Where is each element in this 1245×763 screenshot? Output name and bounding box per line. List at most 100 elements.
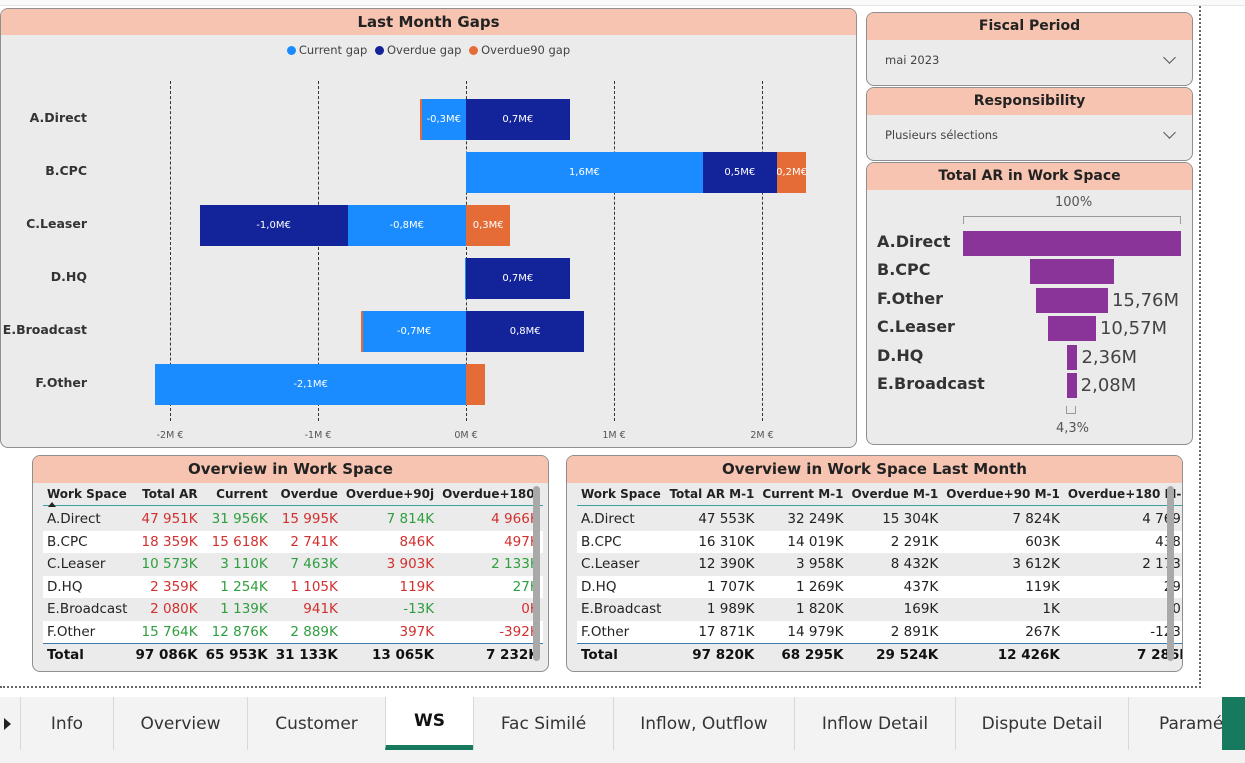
gaps-chart-panel[interactable]: Last Month Gaps Current gap Overdue gap …: [0, 8, 857, 448]
bar-segment[interactable]: 0,5M€: [702, 151, 777, 193]
bar-segment[interactable]: 0,2M€: [776, 151, 807, 193]
bar-segment[interactable]: -1,0M€: [199, 204, 348, 246]
table-total-row: Total 97 086K 65 953K 31 133K 13 065K 7 232K: [43, 642, 543, 666]
top-strip: [0, 0, 1245, 6]
table-cell: 2 291K: [847, 530, 943, 553]
table-row[interactable]: A.Direct 47 553K 32 249K 15 304K 7 824K 4 769…: [577, 508, 1182, 531]
x-tick-label: -1M €: [304, 430, 332, 441]
tab-inflow-outflow[interactable]: Inflow, Outflow: [613, 697, 794, 750]
column-header[interactable]: Total AR M-1: [665, 483, 758, 505]
column-header[interactable]: Current: [202, 483, 272, 505]
bar-segment[interactable]: [360, 310, 363, 352]
table-row[interactable]: B.CPC 18 359K 15 618K 2 741K 846K 497K: [43, 530, 543, 553]
category-label: B.CPC: [45, 163, 87, 178]
table-total-row: Total97 820K68 295K29 524K12 426K7 286K: [577, 642, 1182, 666]
table-cell: B.CPC: [577, 530, 666, 553]
funnel-bar[interactable]: [1030, 259, 1114, 285]
table-row[interactable]: D.HQ1 707K1 269K437K119K29K: [577, 575, 1182, 598]
column-header[interactable]: Overdue: [272, 483, 342, 505]
column-header[interactable]: Overdue M-1: [847, 483, 942, 505]
bar-segment[interactable]: -0,3M€: [421, 98, 466, 140]
bar-segment[interactable]: 0,7M€: [466, 98, 570, 140]
total-cell: 7 232K: [438, 642, 543, 666]
column-header[interactable]: Overdue+90j: [342, 483, 438, 505]
x-tick-label: 2M €: [750, 430, 774, 441]
tab-info[interactable]: Info: [20, 697, 113, 750]
overview-scrollbar[interactable]: [533, 486, 540, 661]
fiscal-period-slicer[interactable]: Fiscal Period mai 2023: [866, 12, 1193, 86]
chevron-down-icon[interactable]: [1163, 51, 1176, 64]
bar-segment[interactable]: [466, 363, 486, 405]
table-row[interactable]: F.Other17 871K14 979K2 891K267K-123K: [577, 620, 1182, 643]
bar-segment[interactable]: -0,8M€: [347, 204, 466, 246]
column-header[interactable]: Overdue+90 M-1: [942, 483, 1064, 505]
fiscal-period-value[interactable]: mai 2023: [885, 53, 939, 67]
column-header[interactable]: Current M-1: [758, 483, 847, 505]
bar-segment[interactable]: 0,3M€: [466, 204, 511, 246]
table-row[interactable]: B.CPC16 310K14 019K2 291K603K438K: [577, 530, 1182, 553]
funnel-bar[interactable]: [1036, 287, 1108, 313]
tab-customer[interactable]: Customer: [247, 697, 385, 750]
responsibility-slicer[interactable]: Responsibility Plusieurs sélections: [866, 87, 1193, 161]
bar-segment[interactable]: [420, 98, 423, 140]
table-row[interactable]: E.Broadcast 1 989K 1 820K 169K 1K 0K: [577, 598, 1182, 621]
table-cell: 267K: [942, 620, 1064, 643]
table-cell: 169K: [903, 601, 939, 618]
tab-parametres[interactable]: Paramét: [1128, 697, 1222, 750]
responsibility-title: Responsibility: [867, 88, 1192, 115]
table-cell: -13K: [403, 601, 435, 618]
table-cell: E.Broadcast: [47, 601, 128, 618]
tab-dispute-detail[interactable]: Dispute Detail: [955, 697, 1128, 750]
tab-ws[interactable]: WS: [385, 697, 473, 750]
overview-table-panel[interactable]: Overview in Work Space Work Space Total A…: [32, 455, 549, 672]
table-cell: 1K: [1042, 601, 1060, 618]
table-row[interactable]: A.Direct 47 951K 31 956K 15 995K 7 814K 4 966…: [43, 508, 543, 531]
table-cell: 14 979K: [758, 620, 848, 643]
tab-fac-simile[interactable]: Fac Similé: [473, 697, 613, 750]
bar-segment[interactable]: -0,7M€: [362, 310, 466, 352]
table-cell: 2 891K: [847, 620, 943, 643]
table-cell: -392K: [438, 620, 543, 643]
total-ar-funnel-panel[interactable]: Total AR in Work Space 100% A.Direct B.CP…: [866, 162, 1193, 445]
funnel-value: 2,08M: [1080, 375, 1137, 396]
overview-last-month-scrollbar[interactable]: [1167, 486, 1174, 661]
column-header[interactable]: Total AR: [131, 483, 201, 505]
column-header[interactable]: Overdue+180 M-1: [1064, 483, 1182, 505]
table-row[interactable]: C.Leaser 10 573K 3 110K 7 463K 3 903K 2 133K: [43, 553, 543, 576]
funnel-label: C.Leaser: [877, 317, 955, 337]
table-cell: A.Direct: [47, 511, 101, 528]
sort-ascending-icon[interactable]: [48, 502, 56, 507]
table-row[interactable]: C.Leaser 12 390K 3 958K 8 432K 3 612K 2 173K: [577, 553, 1182, 576]
table-cell: 1 105K: [271, 575, 342, 598]
funnel-label: E.Broadcast: [877, 374, 985, 393]
column-header[interactable]: Work Space: [43, 483, 131, 505]
add-page-button[interactable]: [1222, 697, 1245, 750]
table-cell: 497K: [438, 530, 543, 553]
funnel-bottom-bracket: [1066, 406, 1076, 414]
chevron-down-icon[interactable]: [1163, 126, 1176, 139]
table-row[interactable]: F.Other 15 764K 12 876K 2 889K 397K -392K: [43, 620, 543, 643]
funnel-bar[interactable]: [1067, 373, 1077, 398]
scroll-tabs-icon[interactable]: [4, 718, 11, 730]
tab-inflow-detail[interactable]: Inflow Detail: [794, 697, 955, 750]
bar-segment[interactable]: -2,1M€: [155, 363, 466, 405]
table-cell: 7 824K: [1012, 511, 1060, 528]
bar-segment[interactable]: 0,7M€: [466, 257, 570, 299]
funnel-label: B.CPC: [877, 260, 931, 280]
funnel-bar[interactable]: [1048, 316, 1096, 342]
overview-last-month-table-panel[interactable]: Overview in Work Space Last Month Work S…: [566, 455, 1183, 672]
funnel-bar[interactable]: [1066, 344, 1078, 370]
responsibility-value[interactable]: Plusieurs sélections: [885, 128, 998, 142]
column-header[interactable]: Overdue+180j: [438, 483, 543, 505]
table-cell: 397K: [341, 620, 439, 643]
table-cell: 10 573K: [141, 556, 198, 573]
column-header[interactable]: Work Space: [577, 483, 665, 505]
table-cell: 8 432K: [890, 556, 939, 573]
table-row[interactable]: E.Broadcast 2 080K 1 139K 941K -13K 0K: [43, 598, 543, 621]
funnel-bar[interactable]: [963, 231, 1181, 256]
table-row[interactable]: D.HQ 2 359K 1 254K 1 105K 119K 27K: [43, 575, 543, 598]
table-cell: 3 612K: [1012, 556, 1060, 573]
tab-overview[interactable]: Overview: [113, 697, 247, 750]
bar-segment[interactable]: 1,6M€: [466, 151, 703, 193]
bar-segment[interactable]: 0,8M€: [466, 310, 585, 352]
